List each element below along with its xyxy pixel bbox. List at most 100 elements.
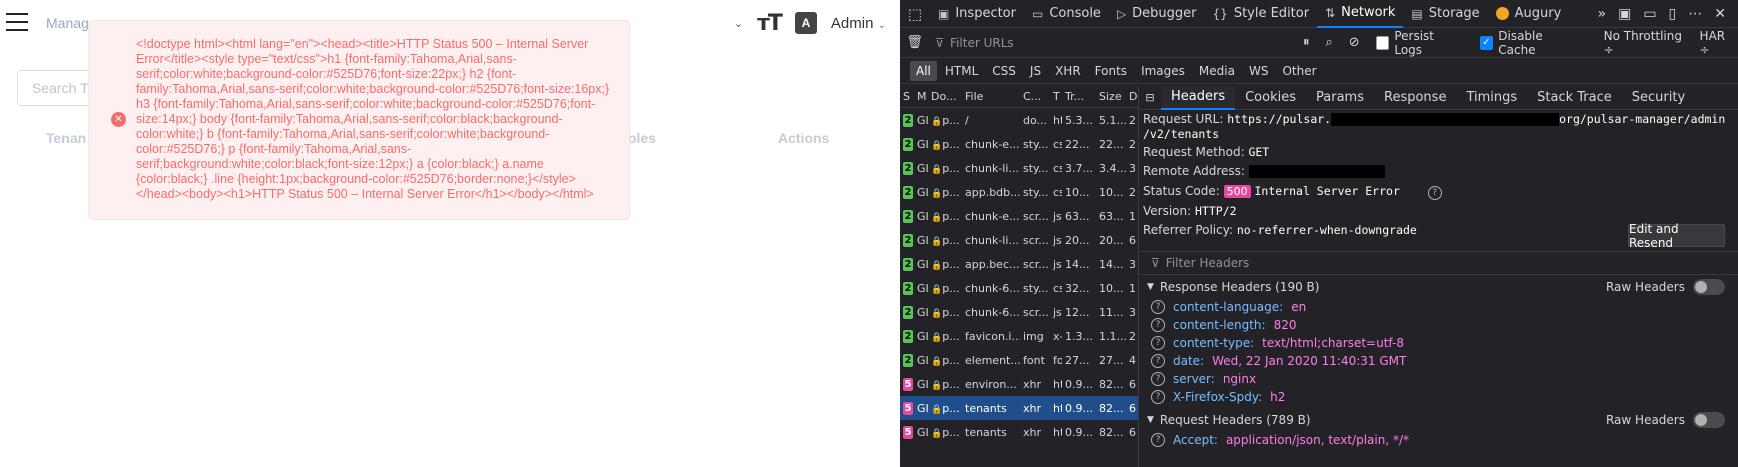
request-row[interactable]: 2 GI 🔒p... chunk-6... sty... cs 32... 10... 1	[900, 276, 1138, 300]
header-row[interactable]: ? content-language: en	[1151, 300, 1306, 314]
filter-all[interactable]: All	[910, 60, 937, 81]
request-row[interactable]: 2 GI 🔒p... app.bec... scr... js 14... 14... 3	[900, 252, 1138, 276]
tab-cookies[interactable]: Cookies	[1235, 86, 1306, 110]
header-row[interactable]: ? server: nginx	[1151, 372, 1256, 386]
more-tabs-icon[interactable]: »	[1598, 6, 1607, 22]
request-row[interactable]: 2 GI 🔒p... chunk-e... sty... cs 22... 22... 2	[900, 132, 1138, 156]
split-console-icon[interactable]: ▣	[1618, 6, 1631, 22]
request-row[interactable]: 2 GI 🔒p... chunk-e... scr... js 63... 63... 1	[900, 204, 1138, 228]
request-row[interactable]: 2 GI 🔒p... element... font fo 27... 27... 4	[900, 348, 1138, 372]
request-url-suffix[interactable]: org/pulsar-manager/admin	[1559, 112, 1725, 126]
help-icon[interactable]: ?	[1151, 433, 1165, 447]
disable-cache-checkbox[interactable]: ✓ Disable Cache	[1472, 29, 1590, 57]
filter-urls-input[interactable]: ⊽ Filter URLs	[929, 28, 1295, 58]
request-row[interactable]: 2GI🔒p.../do...ht5.3...5.1...2	[900, 108, 1138, 132]
help-icon[interactable]: ?	[1151, 318, 1165, 332]
help-icon[interactable]: ?	[1427, 186, 1442, 200]
column-extra[interactable]: D	[1126, 90, 1138, 103]
tab-security[interactable]: Security	[1622, 86, 1695, 110]
column-transferred[interactable]: Tr...	[1062, 90, 1096, 103]
responsive-design-icon[interactable]: ▯	[1669, 6, 1677, 22]
persist-logs-checkbox[interactable]: Persist Logs	[1368, 29, 1472, 57]
tab-storage[interactable]: ▤ Storage	[1403, 0, 1487, 28]
tab-debugger[interactable]: ▷ Debugger	[1109, 0, 1205, 28]
request-row[interactable]: 2GI🔒p...favicon.i...imgx-1.3...1.1...2	[900, 324, 1138, 348]
filter-headers-input[interactable]: ⊽ Filter Headers	[1139, 251, 1738, 275]
options-icon[interactable]: ⋯	[1688, 6, 1702, 22]
request-row[interactable]: 2 GI 🔒p... chunk-6... scr... js 12... 11... 3	[900, 300, 1138, 324]
response-headers-section[interactable]: ▼ Response Headers (190 B) Raw Headers	[1139, 276, 1738, 298]
element-picker-icon[interactable]: ⬚	[900, 5, 930, 23]
tab-params[interactable]: Params	[1306, 86, 1374, 110]
tab-response[interactable]: Response	[1374, 86, 1456, 110]
filter-fonts[interactable]: Fonts	[1089, 61, 1133, 81]
throttling-select[interactable]: No Throttling ÷	[1590, 29, 1694, 57]
filter-images[interactable]: Images	[1135, 61, 1191, 81]
header-row[interactable]: ? content-length: 820	[1151, 318, 1296, 332]
request-url-line2[interactable]: /v2/tenants	[1143, 127, 1219, 141]
dock-icon[interactable]: ▭	[1643, 6, 1656, 22]
header-row[interactable]: ? Accept: application/json, text/plain, */…	[1151, 433, 1409, 447]
column-file[interactable]: File	[962, 90, 1020, 103]
request-url: Request URL: https://pulsar. org/pulsar-m…	[1143, 112, 1725, 126]
hamburger-menu-icon[interactable]	[6, 13, 28, 31]
header-row[interactable]: ? content-type: text/html;charset=utf-8	[1151, 336, 1404, 350]
filter-css[interactable]: CSS	[986, 61, 1022, 81]
column-method[interactable]: M	[914, 90, 928, 103]
block-icon[interactable]: ⊘	[1341, 35, 1368, 50]
column-type[interactable]: T	[1050, 90, 1062, 103]
request-row[interactable]: 5GI🔒p...tenantsxhrht0.9...82...6	[900, 396, 1138, 420]
breadcrumb[interactable]: Manag	[46, 15, 89, 31]
filter-other[interactable]: Other	[1276, 61, 1322, 81]
pause-icon[interactable]: ⏸	[1295, 35, 1318, 50]
tab-augury[interactable]: Augury	[1488, 0, 1570, 28]
status-cell: 5	[900, 425, 914, 439]
help-icon[interactable]: ?	[1151, 300, 1165, 314]
tab-inspector[interactable]: ▣ Inspector	[930, 0, 1024, 28]
chevron-down-icon[interactable]: ⌄	[734, 17, 743, 30]
header-row[interactable]: ? date: Wed, 22 Jan 2020 11:40:31 GMT	[1151, 354, 1406, 368]
request-row[interactable]: 5GI🔒p...tenantsxhrht0.9...82...6	[900, 420, 1138, 444]
tab-style-editor[interactable]: {} Style Editor	[1205, 0, 1318, 28]
filter-html[interactable]: HTML	[939, 61, 984, 81]
column-cause[interactable]: C...	[1020, 90, 1050, 103]
har-menu[interactable]: HAR ÷	[1694, 29, 1738, 57]
column-header-actions: Actions	[778, 130, 830, 146]
column-size[interactable]: Size	[1096, 90, 1126, 103]
help-icon[interactable]: ?	[1151, 354, 1165, 368]
tab-network[interactable]: ⇅ Network	[1317, 0, 1404, 28]
status-code: Status Code: 500 Internal Server Error ?	[1143, 184, 1442, 200]
tab-headers[interactable]: Headers	[1161, 85, 1236, 110]
tab-stack-trace[interactable]: Stack Trace	[1527, 86, 1622, 110]
font-size-icon[interactable]: тT	[757, 11, 783, 36]
request-row[interactable]: 2 GI 🔒p... chunk-li... sty... cs 3.7... 3.4... 3	[900, 156, 1138, 180]
language-icon[interactable]: A	[794, 12, 817, 34]
request-headers-section[interactable]: ▼ Request Headers (789 B) Raw Headers	[1139, 409, 1738, 431]
raw-headers-toggle[interactable]: Raw Headers	[1606, 412, 1738, 428]
filter-media[interactable]: Media	[1193, 61, 1241, 81]
column-domain[interactable]: Do...	[928, 90, 962, 103]
header-row[interactable]: ? X-Firefox-Spdy: h2	[1151, 390, 1285, 404]
help-icon[interactable]: ?	[1151, 372, 1165, 386]
toggle-switch[interactable]	[1693, 412, 1725, 428]
filter-xhr[interactable]: XHR	[1049, 61, 1087, 81]
admin-user-menu[interactable]: Admin ⌄	[831, 15, 886, 32]
request-row[interactable]: 2 GI 🔒p... app.bdb... sty... cs 10... 10... 2	[900, 180, 1138, 204]
raw-headers-toggle[interactable]: Raw Headers	[1606, 279, 1738, 295]
toggle-panel-icon[interactable]: ⊟	[1139, 91, 1161, 104]
trash-icon[interactable]: 🗑	[900, 35, 929, 50]
close-icon[interactable]: ✕	[1714, 6, 1726, 22]
column-status[interactable]: S	[900, 90, 914, 103]
help-icon[interactable]: ?	[1151, 390, 1165, 404]
search-icon[interactable]: ⌕	[1317, 35, 1340, 50]
request-row[interactable]: 5GI🔒p...environ...xhrht0.9...82...6	[900, 372, 1138, 396]
filter-ws[interactable]: WS	[1243, 61, 1274, 81]
help-icon[interactable]: ?	[1151, 336, 1165, 350]
toggle-switch[interactable]	[1693, 279, 1725, 295]
tab-console[interactable]: ▭ Console	[1024, 0, 1109, 28]
request-row[interactable]: 2 GI 🔒p... chunk-li... scr... js 20... 20... 6	[900, 228, 1138, 252]
request-url-prefix[interactable]: https://pulsar.	[1227, 112, 1331, 126]
tab-timings[interactable]: Timings	[1456, 86, 1527, 110]
edit-and-resend-button[interactable]: Edit and Resend	[1628, 222, 1725, 250]
filter-js[interactable]: JS	[1024, 61, 1047, 81]
